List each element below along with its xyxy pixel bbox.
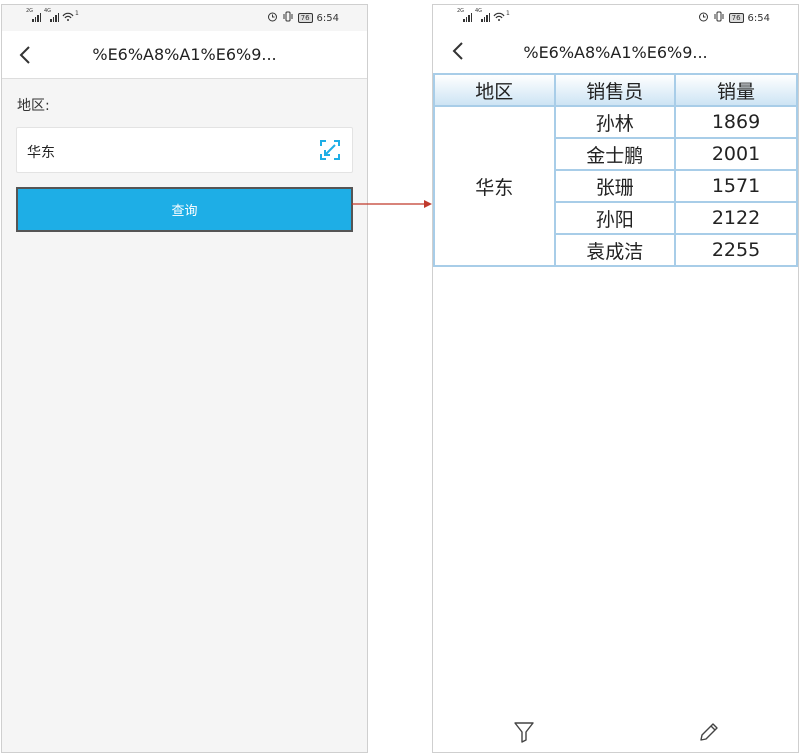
alarm-icon xyxy=(267,11,278,25)
query-screen: 2G 4G 1 76 6:54 %E6%A8%A1%E6%9... 地区: 华东 xyxy=(1,4,368,753)
page-title: %E6%A8%A1%E6%9... xyxy=(92,45,277,64)
salesperson-cell: 金士鹏 xyxy=(553,137,677,171)
signal-icon: 4G xyxy=(475,8,490,22)
battery-indicator: 76 xyxy=(297,13,313,23)
header-salesperson: 销售员 xyxy=(553,73,677,107)
table-row: 华东 孙林 1869 xyxy=(433,105,798,267)
wifi-icon xyxy=(493,11,505,24)
page-title: %E6%A8%A1%E6%9... xyxy=(523,43,708,62)
scan-icon[interactable] xyxy=(319,139,341,161)
battery-indicator: 76 xyxy=(728,13,744,23)
sales-cell: 1869 xyxy=(674,105,798,139)
edit-icon[interactable] xyxy=(697,720,719,744)
table-header-row: 地区 销售员 销量 xyxy=(433,73,798,107)
status-time: 6:54 xyxy=(316,12,339,24)
query-button[interactable]: 查询 xyxy=(16,187,353,232)
signal-icon: 2G xyxy=(457,8,472,22)
filter-icon[interactable] xyxy=(513,720,535,744)
status-bar: 2G 4G 1 76 6:54 xyxy=(433,5,798,31)
navigation-bar: %E6%A8%A1%E6%9... xyxy=(2,31,367,79)
salesperson-cell: 袁成洁 xyxy=(553,233,677,267)
sales-cell: 2255 xyxy=(674,233,798,267)
wifi-icon xyxy=(62,11,74,24)
salesperson-cell: 张珊 xyxy=(553,169,677,203)
region-input[interactable]: 华东 xyxy=(16,127,353,173)
header-sales: 销量 xyxy=(674,73,798,107)
signal-icon: 2G xyxy=(26,8,41,22)
sales-table: 地区 销售员 销量 华东 孙林 1869 金士鹏 2001 张珊 1571 孙阳… xyxy=(433,73,798,267)
report-screen: 2G 4G 1 76 6:54 %E6%A8%A1%E6%9... 地区 销售员… xyxy=(432,4,799,753)
bottom-toolbar xyxy=(433,716,798,752)
salesperson-cell: 孙阳 xyxy=(553,201,677,235)
arrow-connector xyxy=(352,200,432,208)
region-label: 地区: xyxy=(17,98,50,114)
vibrate-icon xyxy=(282,11,294,25)
signal-icon: 4G xyxy=(44,8,59,22)
wifi-label: 1 xyxy=(506,10,510,17)
region-input-value: 华东 xyxy=(27,145,55,161)
vibrate-icon xyxy=(713,11,725,25)
salesperson-cell: 孙林 xyxy=(553,105,677,139)
region-cell: 华东 xyxy=(433,105,556,267)
sales-cell: 2122 xyxy=(674,201,798,235)
alarm-icon xyxy=(698,11,709,25)
sales-cell: 1571 xyxy=(674,169,798,203)
header-region: 地区 xyxy=(433,73,556,107)
status-time: 6:54 xyxy=(747,12,770,24)
status-bar: 2G 4G 1 76 6:54 xyxy=(2,5,367,31)
navigation-bar: %E6%A8%A1%E6%9... xyxy=(433,31,798,73)
sales-cell: 2001 xyxy=(674,137,798,171)
wifi-label: 1 xyxy=(75,10,79,17)
